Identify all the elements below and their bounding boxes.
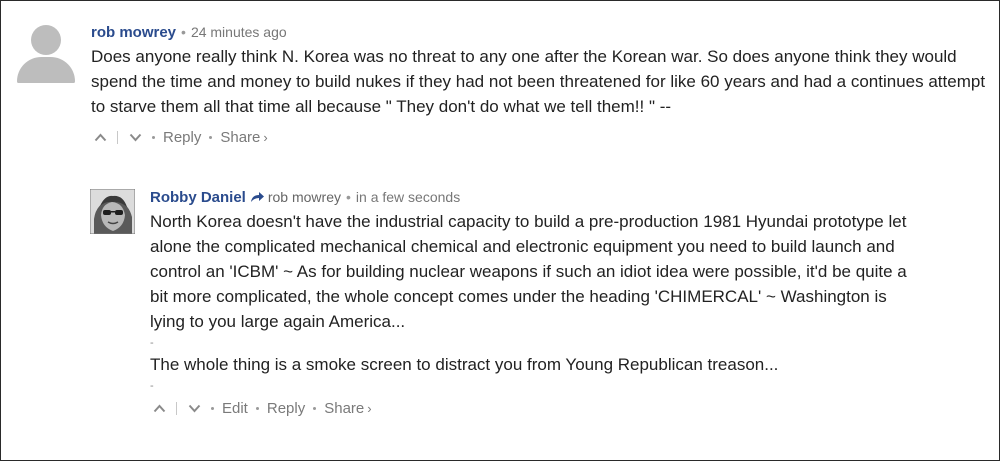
chevron-down-icon[interactable] <box>185 399 203 417</box>
vote-divider <box>176 401 177 415</box>
reply-arrow-icon <box>250 192 264 202</box>
paragraph-separator: - <box>150 337 154 349</box>
comment-author[interactable]: Robby Daniel <box>150 189 246 206</box>
comment-text: North Korea doesn't have the industrial … <box>150 209 910 395</box>
chevron-up-icon[interactable] <box>150 399 168 417</box>
comment-text: Does anyone really think N. Korea was no… <box>91 44 991 119</box>
comment-top-level: rob mowrey • 24 minutes ago Does anyone … <box>15 21 993 148</box>
comment-actions: Edit Reply Share › <box>150 397 910 419</box>
comment-paragraph: North Korea doesn't have the industrial … <box>150 212 907 331</box>
edit-button[interactable]: Edit <box>222 400 248 417</box>
avatar-head <box>31 25 61 55</box>
chevron-up-icon[interactable] <box>91 128 109 146</box>
meta-separator: • <box>346 189 351 205</box>
vote-divider <box>117 130 118 144</box>
comment-thread: rob mowrey • 24 minutes ago Does anyone … <box>0 0 1000 461</box>
in-reply-to[interactable]: rob mowrey <box>250 189 341 205</box>
user-avatar[interactable] <box>90 189 135 234</box>
share-label: Share <box>324 399 365 417</box>
reply-button[interactable]: Reply <box>163 129 201 146</box>
comment-meta: Robby Daniel rob mowrey • in a few secon… <box>150 186 910 208</box>
comment-reply: Robby Daniel rob mowrey • in a few secon… <box>90 186 950 419</box>
comment-timestamp[interactable]: 24 minutes ago <box>191 24 287 40</box>
share-button[interactable]: Share › <box>324 400 371 417</box>
chevron-right-icon: › <box>367 400 372 416</box>
action-separator <box>211 406 214 410</box>
comment-actions: Reply Share › <box>91 126 991 148</box>
action-separator <box>255 406 259 410</box>
comment-paragraph: The whole thing is a smoke screen to dis… <box>150 355 779 374</box>
avatar-shoulders <box>17 57 75 83</box>
share-button[interactable]: Share › <box>220 129 267 146</box>
comment-paragraph: Does anyone really think N. Korea was no… <box>91 47 986 116</box>
comment-meta: rob mowrey • 24 minutes ago <box>91 21 991 43</box>
comment-body: rob mowrey • 24 minutes ago Does anyone … <box>91 21 991 148</box>
action-separator <box>209 135 213 139</box>
comment-timestamp[interactable]: in a few seconds <box>356 189 460 205</box>
meta-separator: • <box>181 24 186 40</box>
chevron-down-icon[interactable] <box>126 128 144 146</box>
chevron-right-icon: › <box>263 129 268 145</box>
comment-author[interactable]: rob mowrey <box>91 24 176 41</box>
reply-button[interactable]: Reply <box>267 400 305 417</box>
parent-author: rob mowrey <box>267 189 341 205</box>
action-separator <box>152 135 155 139</box>
paragraph-separator: - <box>150 380 154 392</box>
user-silhouette-icon[interactable] <box>15 21 77 83</box>
share-label: Share <box>220 128 261 146</box>
action-separator <box>313 406 317 410</box>
comment-body: Robby Daniel rob mowrey • in a few secon… <box>150 186 910 419</box>
